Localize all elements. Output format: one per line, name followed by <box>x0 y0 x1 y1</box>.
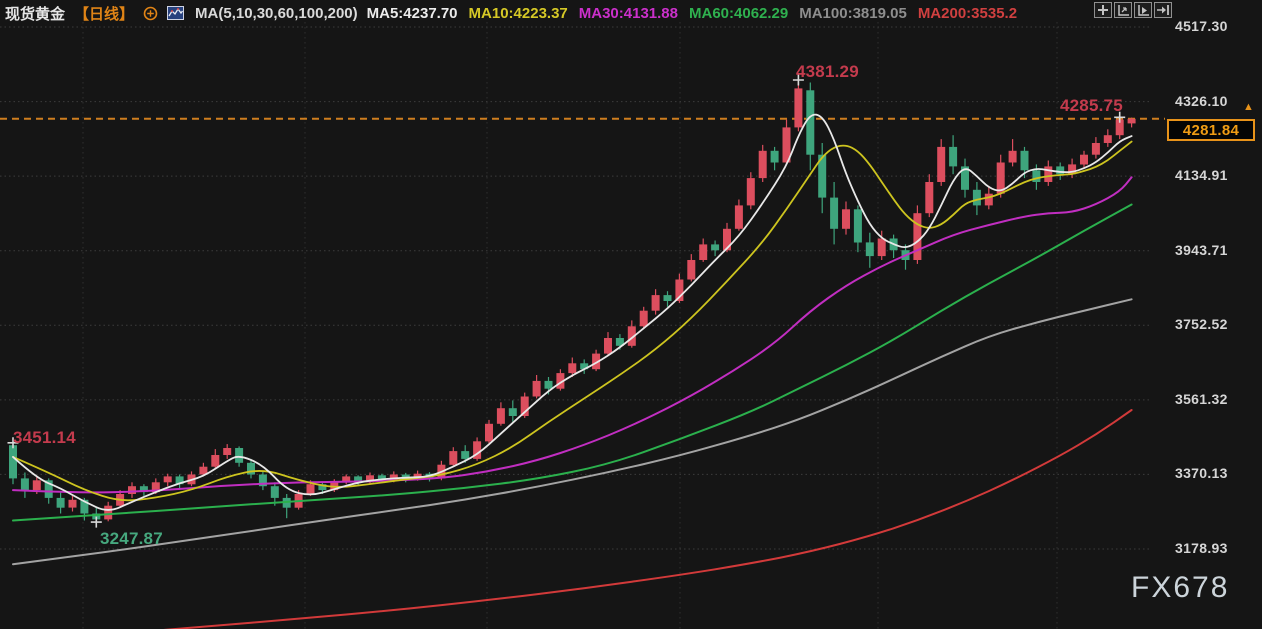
candle <box>473 437 481 460</box>
gridlines-layer <box>0 22 1150 629</box>
candle <box>9 443 17 484</box>
price-axis-label: 3561.32 <box>1175 391 1255 407</box>
candle <box>533 375 541 398</box>
candle <box>509 400 517 421</box>
candle <box>866 233 874 268</box>
candle <box>128 482 136 498</box>
last-price-tag: 4281.84 <box>1167 119 1255 141</box>
candle <box>57 492 65 514</box>
ma-values-legend: MA5:4237.70 MA10:4223.37 MA30:4131.88 MA60:… <box>367 5 1017 22</box>
price-up-arrow-icon: ▲ <box>1243 102 1254 113</box>
scale-axis-play-icon[interactable] <box>1134 2 1152 18</box>
ma-value-label: MA200:3535.2 <box>918 5 1017 22</box>
candle <box>652 289 660 314</box>
price-annotation: 4381.29 <box>796 62 859 82</box>
candle <box>580 359 588 374</box>
candles-layer <box>9 80 1136 522</box>
candle <box>176 475 184 489</box>
price-axis-label: 3370.13 <box>1175 465 1255 481</box>
candle <box>1092 137 1100 159</box>
candle <box>735 200 743 231</box>
candle <box>949 135 957 174</box>
candle <box>747 172 755 209</box>
candle <box>556 369 564 390</box>
symbol-title: 现货黄金 <box>5 3 65 24</box>
candle <box>759 145 767 182</box>
candle <box>925 174 933 217</box>
ma-value-label: MA5:4237.70 <box>367 5 458 22</box>
price-annotation: 3247.87 <box>100 529 163 549</box>
scale-axis-up-icon[interactable] <box>1114 2 1132 18</box>
candle <box>771 147 779 170</box>
price-annotation: 4285.75 <box>1060 96 1123 116</box>
candle <box>104 502 112 522</box>
indicator-chart-icon[interactable] <box>167 6 184 20</box>
candle <box>890 235 898 258</box>
move-crosshair-icon[interactable] <box>1094 2 1112 18</box>
trading-chart-app: { "header": { "symbol": "现货黄金", "period"… <box>0 0 1262 629</box>
chart-toolbar <box>1094 2 1172 18</box>
price-axis-label: 3752.52 <box>1175 316 1255 332</box>
candle <box>1128 118 1136 128</box>
candle <box>628 320 636 347</box>
price-axis-label: 4517.30 <box>1175 18 1255 34</box>
ma-line-ma30 <box>13 177 1132 492</box>
candle <box>854 205 862 252</box>
ma-line-ma200 <box>120 410 1132 629</box>
candle <box>604 332 612 355</box>
candle <box>485 420 493 443</box>
candle <box>259 471 267 491</box>
candle <box>687 254 695 281</box>
candle <box>497 402 505 425</box>
candle <box>164 474 172 487</box>
candle <box>366 473 374 485</box>
candle <box>842 202 850 235</box>
ma-value-label: MA100:3819.05 <box>799 5 907 22</box>
ma-value-label: MA60:4062.29 <box>689 5 788 22</box>
candle <box>806 83 814 171</box>
candle <box>1080 151 1088 169</box>
ma-settings-label: MA(5,10,30,60,100,200) <box>195 5 358 22</box>
candle <box>699 239 707 262</box>
candle <box>711 241 719 257</box>
price-annotation: 3451.14 <box>13 428 76 448</box>
ma-line-ma100 <box>13 299 1132 564</box>
go-to-latest-icon[interactable] <box>1154 2 1172 18</box>
price-axis-label: 3178.93 <box>1175 540 1255 556</box>
timeframe-label: 【日线】 <box>74 3 134 24</box>
candle <box>961 159 969 198</box>
candle <box>223 444 231 459</box>
candlestick-chart[interactable] <box>0 0 1262 629</box>
chart-header: 现货黄金 【日线】 MA(5,10,30,60,100,200) MA5:423… <box>5 3 1017 23</box>
candle <box>1104 129 1112 147</box>
candle <box>1044 161 1052 186</box>
candle <box>283 494 291 518</box>
watermark-logo: FX678 <box>1131 571 1229 605</box>
candle <box>449 447 457 467</box>
candle <box>211 449 219 469</box>
candle <box>69 496 77 512</box>
price-axis-label: 4134.91 <box>1175 167 1255 183</box>
ma-value-label: MA10:4223.37 <box>469 5 568 22</box>
candle <box>21 473 29 498</box>
ma-value-label: MA30:4131.88 <box>579 5 678 22</box>
price-axis-label: 3943.71 <box>1175 242 1255 258</box>
add-circle-icon[interactable] <box>143 6 158 21</box>
candle <box>794 80 802 131</box>
candle <box>1068 159 1076 179</box>
candle <box>937 139 945 186</box>
ma-line-ma10 <box>13 142 1132 501</box>
candle <box>913 205 921 264</box>
candle <box>1009 139 1017 166</box>
candle <box>830 182 838 244</box>
